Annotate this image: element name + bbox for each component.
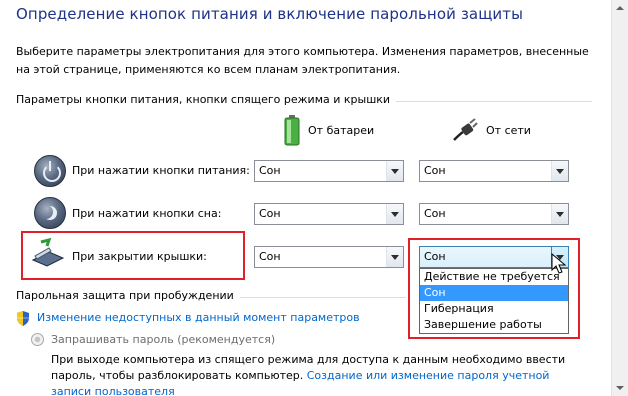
select-value: Сон <box>259 250 281 263</box>
shield-icon <box>17 311 29 326</box>
lid-close-battery-select[interactable]: Сон <box>254 246 404 268</box>
lid-close-label: При закрытии крышки: <box>72 250 207 263</box>
password-section-label: Парольная защита при пробуждении <box>16 289 240 302</box>
laptop-lid-icon <box>31 238 65 267</box>
column-header-ac: От сети <box>452 112 531 148</box>
dropdown-option-do-nothing[interactable]: Действие не требуется <box>420 269 568 285</box>
select-value: Сон <box>424 207 446 220</box>
ac-plug-icon <box>453 118 478 141</box>
power-button-battery-select[interactable]: Сон <box>254 160 404 182</box>
page-description: Выберите параметры электропитания для эт… <box>16 45 589 76</box>
column-label-battery: От батареи <box>308 123 375 137</box>
page-title: Определение кнопок питания и включение п… <box>16 5 524 23</box>
power-button-ac-select[interactable]: Сон <box>419 160 569 182</box>
change-unavailable-settings-link[interactable]: Изменение недоступных в данный момент па… <box>37 311 360 324</box>
chevron-down-icon[interactable] <box>551 161 568 181</box>
column-label-ac: От сети <box>486 123 531 137</box>
vertical-scrollbar[interactable] <box>611 0 628 396</box>
select-value: Сон <box>424 164 446 177</box>
chevron-down-icon[interactable] <box>386 161 403 181</box>
mouse-cursor-icon <box>551 253 567 274</box>
buttons-section-label: Параметры кнопки питания, кнопки спящего… <box>16 93 397 106</box>
dropdown-option-sleep[interactable]: Сон <box>420 285 568 301</box>
chevron-down-icon[interactable] <box>386 204 403 224</box>
scroll-up-icon[interactable] <box>612 0 628 17</box>
sleep-button-battery-select[interactable]: Сон <box>254 203 404 225</box>
select-value: Сон <box>259 164 281 177</box>
dropdown-option-hibernate[interactable]: Гибернация <box>420 301 568 317</box>
create-password-link-text-2: пользователя <box>94 385 175 396</box>
require-password-description-block: При выходе компьютера из спящего режима … <box>51 352 591 396</box>
require-password-label: Запрашивать пароль (рекомендуется) <box>51 333 276 346</box>
power-button-label: При нажатии кнопки питания: <box>72 164 250 177</box>
chevron-down-icon[interactable] <box>551 204 568 224</box>
column-header-battery: От батареи <box>284 112 374 148</box>
sleep-button-label: При нажатии кнопки сна: <box>72 207 222 220</box>
chevron-down-icon[interactable] <box>386 247 403 267</box>
scroll-down-icon[interactable] <box>612 379 628 396</box>
dropdown-option-shutdown[interactable]: Завершение работы <box>420 317 568 333</box>
sleep-button-icon <box>34 197 66 229</box>
lid-close-ac-dropdown-list[interactable]: Действие не требуется Сон Гибернация Зав… <box>419 268 569 334</box>
battery-icon <box>284 115 300 146</box>
select-value: Сон <box>259 207 281 220</box>
sleep-button-ac-select[interactable]: Сон <box>419 203 569 225</box>
power-button-icon <box>34 155 66 187</box>
require-password-radio[interactable] <box>31 333 44 346</box>
